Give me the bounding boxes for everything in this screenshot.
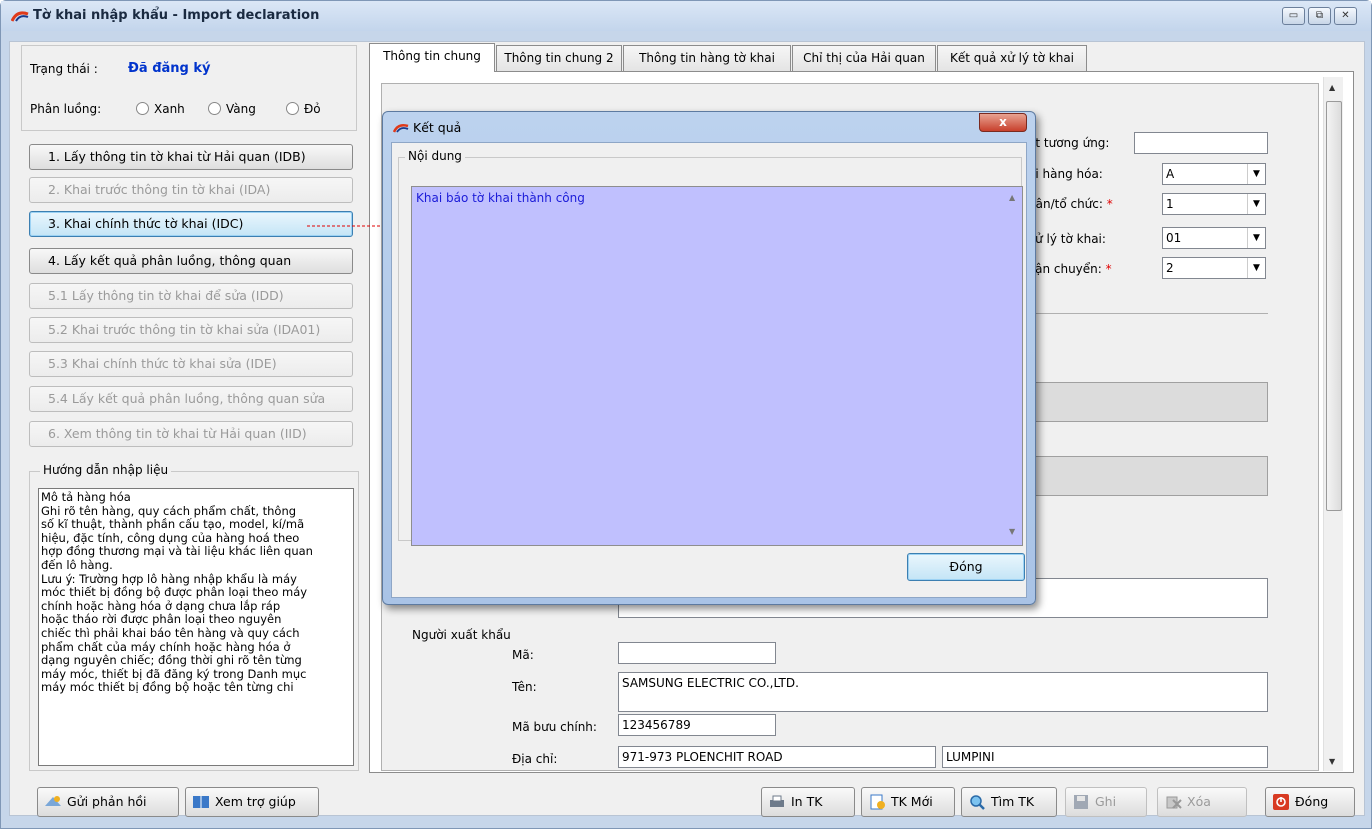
guide-title: Hướng dẫn nhập liệu: [40, 463, 172, 477]
window-title: Tờ khai nhập khẩu - Import declaration: [33, 8, 320, 23]
title-bar: Tờ khai nhập khẩu - Import declaration ▭…: [1, 1, 1371, 31]
tab-customs-instructions[interactable]: Chỉ thị của Hải quan: [792, 45, 936, 71]
status-label: Trạng thái :: [30, 62, 98, 76]
exporter-section-label: Người xuất khẩu: [412, 628, 511, 642]
chevron-down-icon: ▼: [1247, 258, 1265, 278]
action-button-idd[interactable]: 5.1 Lấy thông tin tờ khai để sửa (IDD): [29, 283, 353, 309]
field-5-select[interactable]: 2 ▼: [1162, 257, 1266, 279]
exporter-code-label: Mã:: [512, 648, 534, 662]
action-button-ide[interactable]: 5.3 Khai chính thức tờ khai sửa (IDE): [29, 351, 353, 377]
power-icon: [1273, 794, 1289, 810]
feedback-icon: [45, 796, 61, 806]
radio-green[interactable]: Xanh: [136, 102, 185, 116]
scroll-up-icon[interactable]: ▲: [1329, 83, 1335, 92]
minimize-button[interactable]: ▭: [1282, 7, 1305, 25]
scroll-down-icon[interactable]: ▼: [1329, 757, 1335, 766]
readonly-field-a: [1032, 382, 1268, 422]
exporter-code-input[interactable]: [618, 642, 776, 664]
action-button-idb[interactable]: 1. Lấy thông tin tờ khai từ Hải quan (ID…: [29, 144, 353, 170]
save-icon: [1074, 795, 1088, 809]
help-button[interactable]: Xem trợ giúp: [185, 787, 319, 817]
scroll-down-icon[interactable]: ▼: [1009, 527, 1015, 536]
new-document-icon: [870, 794, 885, 810]
input-guide-group: Hướng dẫn nhập liệu Mô tả hàng hóa Ghi r…: [29, 463, 359, 771]
exporter-address-label: Địa chỉ:: [512, 752, 558, 766]
result-textbox[interactable]: Khai báo tờ khai thành công ▲ ▼: [411, 186, 1023, 546]
result-dialog: Kết quả x Nội dung Khai báo tờ khai thàn…: [382, 111, 1036, 605]
action-button-iid[interactable]: 6. Xem thông tin tờ khai từ Hải quan (II…: [29, 421, 353, 447]
chevron-down-icon: ▼: [1247, 228, 1265, 248]
field-3-label: hân/tổ chức: *: [1028, 197, 1113, 211]
action-button-ida01[interactable]: 5.2 Khai trước thông tin tờ khai sửa (ID…: [29, 317, 353, 343]
exporter-postal-label: Mã bưu chính:: [512, 720, 597, 734]
action-button-routing-amend[interactable]: 5.4 Lấy kết quả phân luồng, thông quan s…: [29, 386, 353, 412]
routing-label: Phân luồng:: [30, 102, 102, 116]
chevron-down-icon: ▼: [1247, 164, 1265, 184]
action-button-ida[interactable]: 2. Khai trước thông tin tờ khai (IDA): [29, 177, 353, 203]
guide-text[interactable]: Mô tả hàng hóa Ghi rõ tên hàng, quy cách…: [38, 488, 354, 766]
form-scrollbar[interactable]: ▲ ▼: [1323, 77, 1343, 771]
scroll-up-icon[interactable]: ▲: [1009, 193, 1015, 202]
field-2-select[interactable]: A ▼: [1162, 163, 1266, 185]
search-declaration-button[interactable]: Tìm TK: [961, 787, 1057, 817]
dialog-close-button[interactable]: x: [979, 113, 1027, 132]
content-group-label: Nội dung: [405, 149, 465, 163]
readonly-field-b: [1032, 456, 1268, 496]
book-icon: [193, 796, 209, 808]
content-group: Nội dung Khai báo tờ khai thành công ▲ ▼: [398, 149, 1023, 546]
chevron-down-icon: ▼: [1247, 194, 1265, 214]
exporter-address-2-input[interactable]: LUMPINI: [942, 746, 1268, 768]
exporter-address-1-input[interactable]: 971-973 PLOENCHIT ROAD: [618, 746, 936, 768]
exporter-name-label: Tên:: [512, 680, 537, 694]
save-button[interactable]: Ghi: [1065, 787, 1147, 817]
close-window-button[interactable]: ✕: [1334, 7, 1357, 25]
action-button-routing[interactable]: 4. Lấy kết quả phân luồng, thông quan: [29, 248, 353, 274]
tab-general[interactable]: Thông tin chung: [369, 43, 495, 72]
field-4-select[interactable]: 01 ▼: [1162, 227, 1266, 249]
field-4-label: xử lý tờ khai:: [1028, 232, 1106, 246]
tab-general-2[interactable]: Thông tin chung 2: [496, 45, 622, 71]
app-logo-icon: [11, 11, 29, 22]
result-scrollbar[interactable]: ▲ ▼: [1004, 187, 1022, 545]
delete-icon: [1166, 796, 1182, 809]
radio-red[interactable]: Đỏ: [286, 102, 321, 116]
delete-button[interactable]: Xóa: [1157, 787, 1247, 817]
field-3-select[interactable]: 1 ▼: [1162, 193, 1266, 215]
feedback-button[interactable]: Gửi phản hồi: [37, 787, 179, 817]
result-message: Khai báo tờ khai thành công: [416, 191, 585, 205]
app-logo-icon: [393, 124, 409, 133]
field-5-label: vận chuyển: *: [1028, 262, 1112, 276]
dialog-ok-button[interactable]: Đóng: [907, 553, 1025, 581]
maximize-button[interactable]: ⧉: [1308, 7, 1331, 25]
exporter-postal-input[interactable]: 123456789: [618, 714, 776, 736]
status-panel: Trạng thái : Đã đăng ký Phân luồng: Xanh…: [21, 45, 357, 131]
dialog-body: Nội dung Khai báo tờ khai thành công ▲ ▼…: [391, 142, 1027, 598]
main-window: Tờ khai nhập khẩu - Import declaration ▭…: [0, 0, 1372, 829]
close-form-button[interactable]: Đóng: [1265, 787, 1355, 817]
status-value: Đã đăng ký: [128, 61, 211, 76]
new-declaration-button[interactable]: TK Mới: [861, 787, 955, 817]
search-icon: [970, 795, 985, 810]
dialog-title: Kết quả: [413, 120, 462, 135]
action-button-idc[interactable]: 3. Khai chính thức tờ khai (IDC): [29, 211, 353, 237]
radio-yellow[interactable]: Vàng: [208, 102, 256, 116]
divider: [1032, 313, 1268, 314]
field-1-input[interactable]: [1134, 132, 1268, 154]
printer-icon: [770, 795, 784, 807]
scroll-thumb[interactable]: [1326, 101, 1342, 511]
tab-goods[interactable]: Thông tin hàng tờ khai: [623, 45, 791, 71]
field-1-label: ết tương ứng:: [1028, 136, 1110, 150]
tab-processing-result[interactable]: Kết quả xử lý tờ khai: [937, 45, 1087, 71]
print-button[interactable]: In TK: [761, 787, 855, 817]
exporter-name-input[interactable]: SAMSUNG ELECTRIC CO.,LTD.: [618, 672, 1268, 712]
field-2-label: ại hàng hóa:: [1028, 167, 1103, 181]
